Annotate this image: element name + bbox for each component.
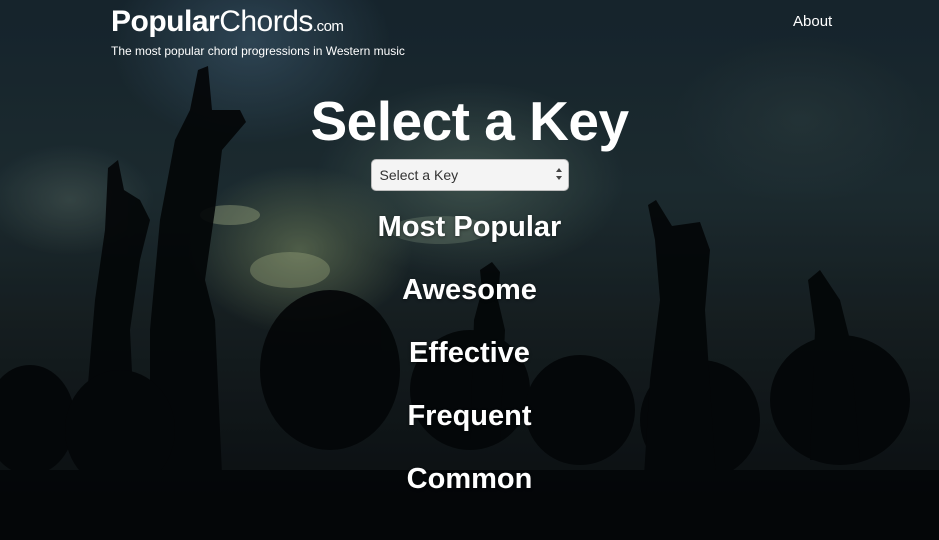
progression-category-list: Most Popular Awesome Effective Frequent …	[0, 210, 939, 525]
brand-domain-suffix: .com	[312, 18, 344, 35]
category-effective: Effective	[0, 336, 939, 399]
key-select-value[interactable]: Select a Key	[370, 159, 569, 191]
site-logo[interactable]: PopularChords.com	[111, 4, 405, 45]
page-title: Select a Key	[310, 90, 629, 152]
site-tagline: The most popular chord progressions in W…	[111, 44, 405, 58]
brand-name-regular: Chords	[219, 5, 313, 38]
page: PopularChords.com The most popular chord…	[0, 0, 939, 540]
category-link[interactable]: Common	[407, 463, 533, 495]
brand-name-bold: Popular	[111, 5, 220, 38]
category-most-popular: Most Popular	[0, 210, 939, 273]
up-down-chevron-icon	[555, 168, 562, 180]
category-frequent: Frequent	[0, 399, 939, 462]
category-link[interactable]: Most Popular	[378, 211, 562, 243]
main-content: Select a Key Select a Key Most Popular A…	[0, 88, 939, 525]
about-link[interactable]: About	[793, 13, 832, 30]
key-select[interactable]: Select a Key	[370, 159, 569, 191]
category-common: Common	[0, 462, 939, 525]
category-link[interactable]: Effective	[409, 337, 530, 369]
category-awesome: Awesome	[0, 273, 939, 336]
brand[interactable]: PopularChords.com The most popular chord…	[111, 4, 405, 58]
category-link[interactable]: Frequent	[407, 400, 531, 432]
category-link[interactable]: Awesome	[402, 274, 537, 306]
